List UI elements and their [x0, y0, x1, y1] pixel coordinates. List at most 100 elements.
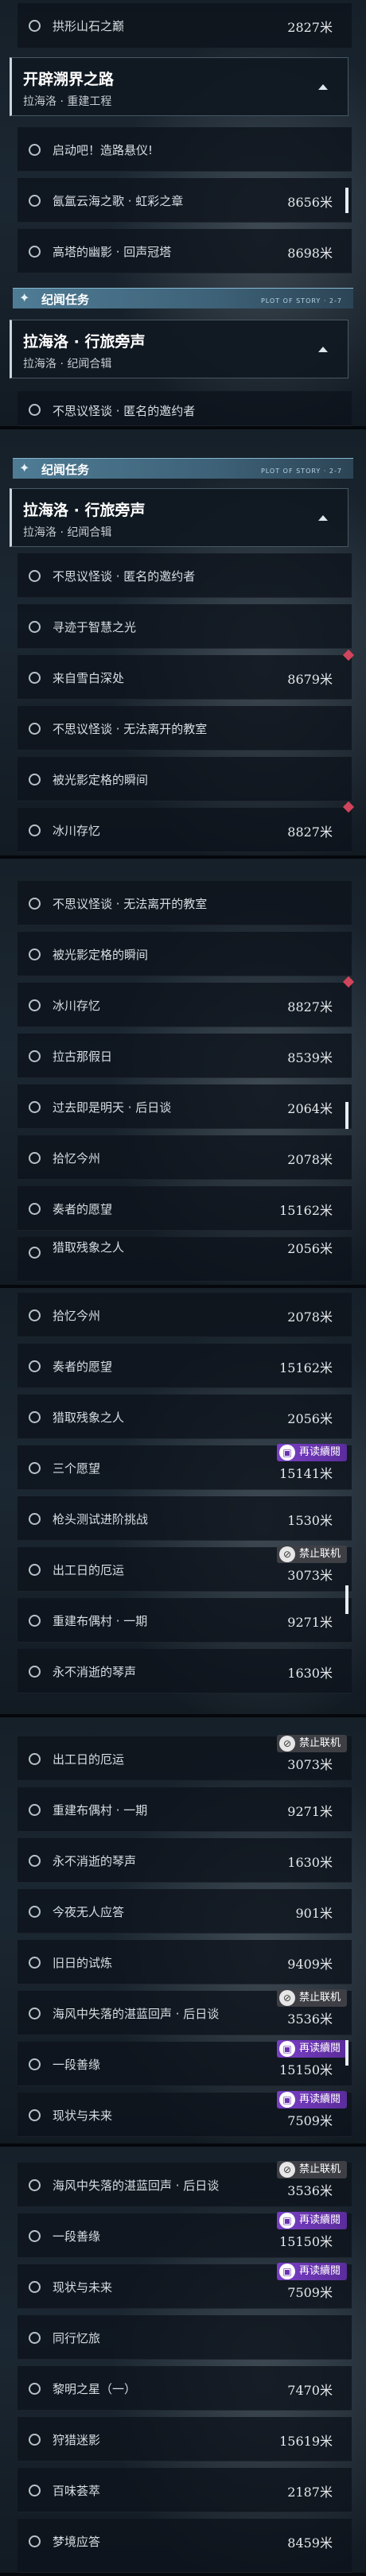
radio-circle-icon	[29, 1564, 41, 1576]
quest-group-title: 拉海洛 · 行旅旁声	[23, 502, 146, 519]
quest-item[interactable]: ⊘ 禁止联机 海风中失落的湛蓝回声 · 后日谈 3536米	[18, 2161, 352, 2207]
section-title: 纪闻任务	[41, 463, 90, 477]
quest-item[interactable]: ▣ 再读續閱 一段善缘 15150米	[18, 2212, 352, 2258]
quest-item[interactable]: 今夜无人应答 901米	[18, 1889, 352, 1934]
quest-item[interactable]: 被光影定格的瞬间	[18, 757, 352, 801]
badge-label: 禁止联机	[298, 2163, 341, 2175]
badge-label: 再读續閱	[298, 2093, 341, 2105]
scrollbar-thumb[interactable]	[345, 1102, 348, 1129]
radio-circle-icon	[29, 1050, 41, 1062]
quest-item[interactable]: 重建布偶村 · 一期 9271米	[18, 1787, 352, 1832]
quest-name: 寻迹于智慧之光	[53, 620, 137, 634]
quest-item[interactable]: 梦境应答 8459米	[18, 2519, 352, 2573]
quest-item[interactable]: 拱形山石之巅 2827米	[18, 3, 352, 48]
bilibili-tv-icon: ▣	[278, 2213, 295, 2229]
quest-distance: 8827米	[287, 824, 333, 840]
quest-item[interactable]: 永不消逝的琴声 1630米	[18, 1649, 352, 1693]
chevron-up-icon[interactable]	[313, 339, 333, 360]
quest-distance: 8827米	[287, 999, 333, 1014]
quest-item[interactable]: 猎取残象之人 2056米	[18, 1237, 352, 1282]
no-multiplayer-icon: ⊘	[278, 1736, 295, 1752]
quest-distance: 3536米	[287, 2012, 333, 2027]
quest-name: 拉古那假日	[53, 1049, 113, 1064]
quest-item[interactable]: 不思议怪谈 · 无法离开的教室	[18, 706, 352, 751]
radio-circle-icon	[29, 999, 41, 1011]
quest-item[interactable]: 重建布偶村 · 一期 9271米	[18, 1585, 352, 1643]
quest-distance: 2078米	[287, 1309, 333, 1325]
quest-item[interactable]: ▣ 再读續閱 现状与未来 7509米	[18, 2263, 352, 2309]
quest-item[interactable]: ▣ 再读續閱 三个愿望 15141米	[18, 1444, 352, 1490]
radio-circle-icon	[29, 1360, 41, 1372]
quest-panel-4: 拾忆今州 2078米 奏者的愿望 15162米 猎取残象之人 2056米 ▣ 再读…	[0, 1288, 366, 1717]
quest-item[interactable]: 拉古那假日 8539米	[18, 1034, 352, 1078]
quest-item[interactable]: 百味荟萃 2187米	[18, 2468, 352, 2512]
quest-distance: 7470米	[287, 2383, 333, 2398]
quest-group-title: 拉海洛 · 行旅旁声	[23, 333, 146, 351]
quest-distance: 8698米	[287, 246, 333, 261]
quest-item[interactable]: 来自雪白深处 8679米	[18, 649, 355, 700]
quest-item[interactable]: 同行忆旅	[18, 2315, 352, 2360]
quest-name: 今夜无人应答	[53, 1905, 125, 1919]
quest-item[interactable]: 黎明之星（一） 7470米	[18, 2366, 352, 2411]
quest-item[interactable]: 猎取残象之人 2056米	[18, 1395, 352, 1439]
quest-panel-2: ✦ 纪闻任务 PLOT OF STORY · 2-7 拉海洛 · 行旅旁声 拉海…	[0, 429, 366, 859]
quest-distance: 1630米	[287, 1855, 333, 1870]
quest-group-header[interactable]: 拉海洛 · 行旅旁声 拉海洛 · 纪闻合辑	[10, 320, 348, 378]
quest-item[interactable]: 不思议怪谈 · 无法离开的教室	[18, 881, 352, 925]
radio-circle-icon	[29, 672, 41, 684]
section-banner: ✦ 纪闻任务 PLOT OF STORY · 2-7	[13, 288, 353, 308]
quest-name: 重建布偶村 · 一期	[53, 1614, 148, 1628]
quest-item[interactable]: 奏者的愿望 15162米	[18, 1344, 352, 1388]
quest-item[interactable]: 冰川存忆 8827米	[18, 801, 355, 852]
scrollbar-thumb[interactable]	[345, 1585, 348, 1614]
quest-item[interactable]: 氤氲云海之歌 · 虹彩之章 8656米	[18, 178, 352, 223]
scrollbar-thumb[interactable]	[345, 188, 348, 213]
quest-item[interactable]: 旧日的试炼 9409米	[18, 1940, 352, 1984]
quest-item[interactable]: ▣ 再读續閱 现状与未来 7509米	[18, 2091, 352, 2137]
quest-item[interactable]: ▣ 再读續閱 一段善缘 15150米	[18, 2040, 352, 2086]
quest-name: 百味荟萃	[53, 2484, 101, 2498]
quest-distance: 3073米	[287, 1568, 333, 1583]
quest-item[interactable]: 不思议怪谈 · 匿名的邀约者	[18, 553, 352, 598]
no-coop-badge: ⊘ 禁止联机	[276, 2161, 347, 2178]
quest-item[interactable]: 永不消逝的琴声 1630米	[18, 1838, 352, 1883]
quest-name: 梦境应答	[53, 2535, 101, 2549]
quest-name: 一段善缘	[53, 2058, 101, 2072]
quest-distance: 15162米	[279, 1360, 333, 1375]
scrollbar-thumb[interactable]	[345, 2040, 348, 2066]
no-coop-badge: ⊘ 禁止联机	[276, 1735, 347, 1752]
quest-name: 永不消逝的琴声	[53, 1665, 137, 1679]
quest-item[interactable]: 过去即是明天 · 后日谈 2064米	[18, 1084, 352, 1129]
chevron-up-icon[interactable]	[313, 508, 333, 529]
quest-item[interactable]: 拾忆今州 2078米	[18, 1135, 352, 1180]
quest-distance: 9409米	[287, 1957, 333, 1972]
quest-item[interactable]: 寻迹于智慧之光	[18, 604, 352, 649]
quest-item[interactable]: 奏者的愿望 15162米	[18, 1186, 352, 1231]
continue-reading-badge: ▣ 再读續閱	[276, 2091, 347, 2109]
quest-item[interactable]: ⊘ 禁止联机 出工日的厄运 3073米	[18, 1735, 352, 1781]
quest-item[interactable]: 启动吧！造路悬仪!	[18, 127, 352, 172]
chevron-up-icon[interactable]	[313, 77, 333, 98]
quest-item[interactable]: 枪头测试进阶挑战 1530米	[18, 1496, 352, 1541]
section-decoration: PLOT OF STORY · 2-7	[260, 467, 342, 475]
quest-group-header[interactable]: 拉海洛 · 行旅旁声 拉海洛 · 纪闻合辑	[10, 488, 348, 547]
red-diamond-marker-icon	[342, 801, 355, 813]
no-multiplayer-icon: ⊘	[278, 2162, 295, 2178]
quest-distance: 8679米	[287, 672, 333, 687]
quest-item[interactable]: 冰川存忆 8827米	[18, 976, 355, 1027]
quest-item[interactable]: 高塔的幽影 · 回声冠塔 8698米	[18, 229, 352, 274]
quest-group-subtitle: 拉海洛 · 纪闻合辑	[23, 358, 112, 370]
quest-distance: 1630米	[287, 1666, 333, 1681]
quest-distance: 2187米	[287, 2485, 333, 2500]
quest-item[interactable]: ⊘ 禁止联机 海风中失落的湛蓝回声 · 后日谈 3536米	[18, 1989, 352, 2035]
quest-item[interactable]: ⊘ 禁止联机 出工日的厄运 3073米	[18, 1546, 352, 1592]
quest-item[interactable]: 拾忆今州 2078米	[18, 1293, 352, 1337]
quest-item[interactable]: 被光影定格的瞬间	[18, 932, 352, 976]
quest-name: 来自雪白深处	[53, 671, 125, 685]
quest-name: 出工日的厄运	[53, 1563, 125, 1577]
quest-group-header[interactable]: 开辟溯界之路 拉海洛 · 重建工程	[10, 57, 348, 116]
quest-item[interactable]: 不思议怪谈 · 匿名的邀约者	[18, 391, 352, 426]
radio-circle-icon	[29, 1309, 41, 1321]
quest-item[interactable]: 狩猎迷影 15619米	[18, 2417, 352, 2462]
badge-label: 禁止联机	[298, 1992, 341, 2004]
